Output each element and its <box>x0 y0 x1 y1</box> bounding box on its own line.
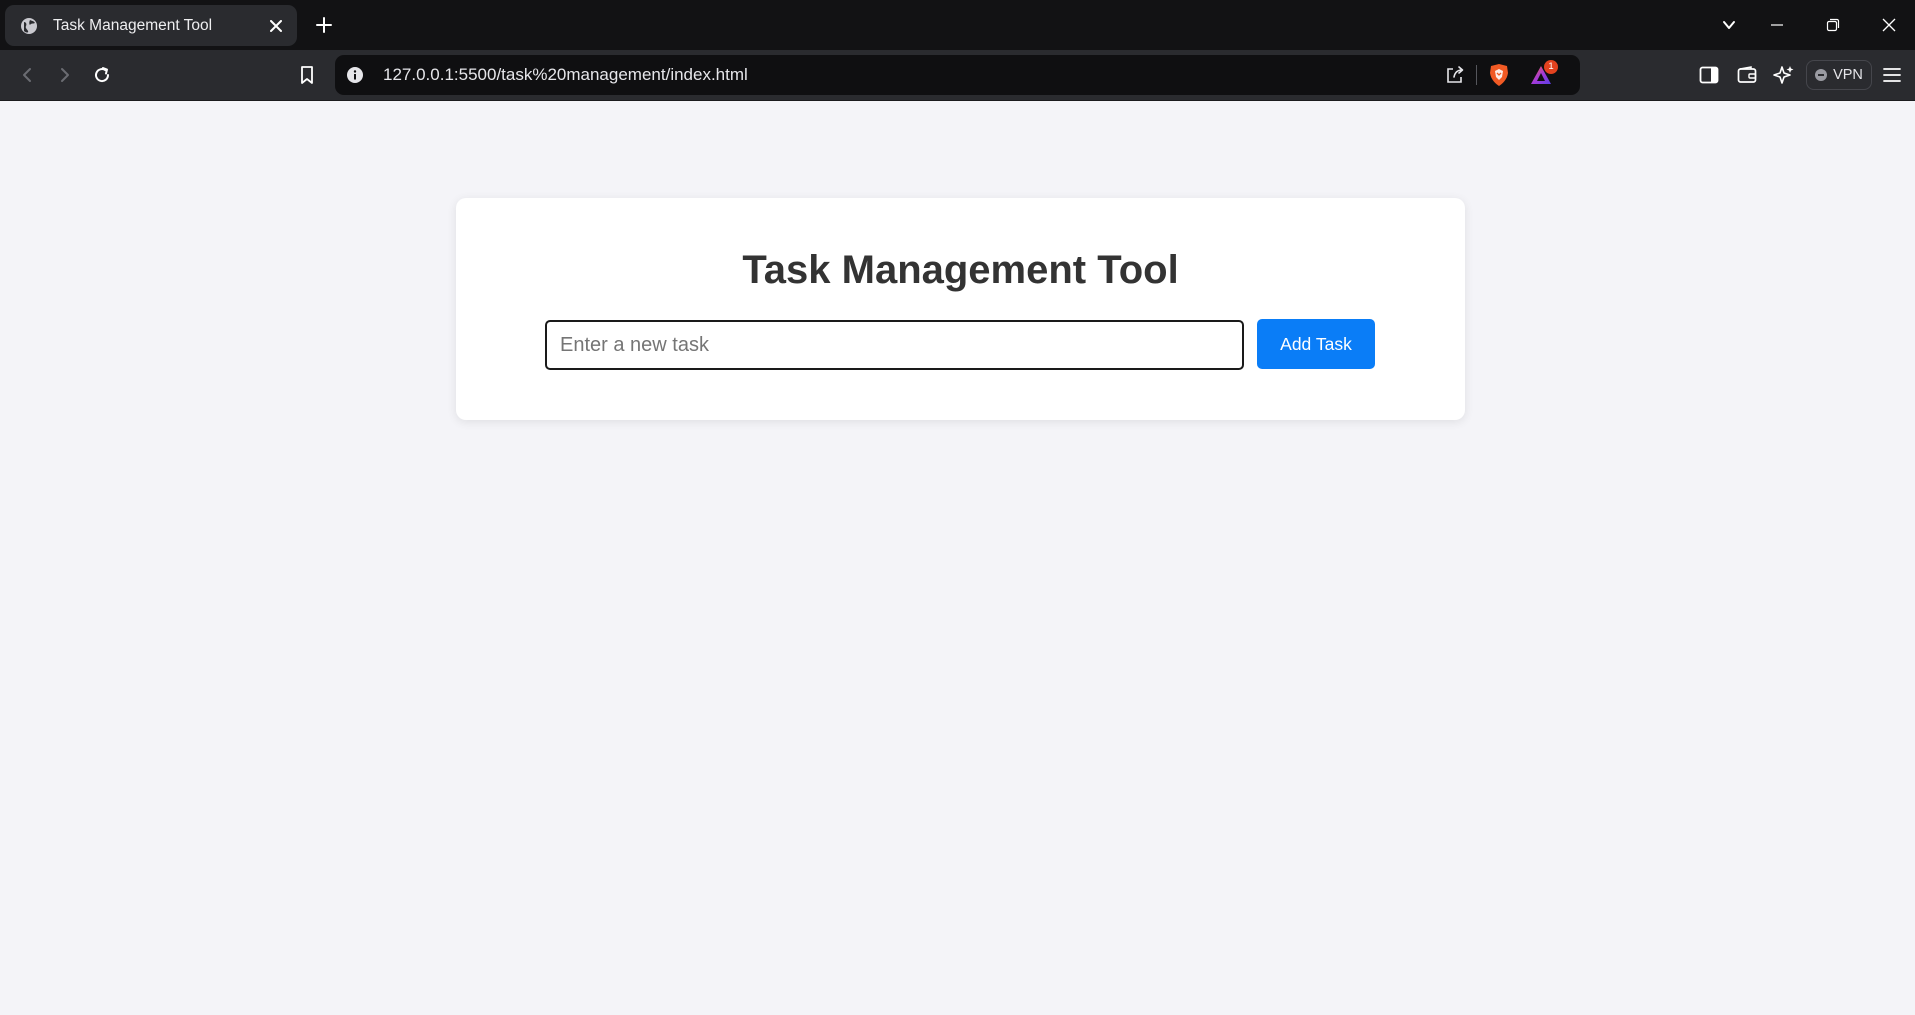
close-window-icon[interactable] <box>1876 12 1902 38</box>
vpn-status-icon <box>1815 69 1828 81</box>
page-viewport: Task Management Tool Add Task <box>0 101 1915 1015</box>
globe-icon <box>20 17 38 35</box>
tab-search-chevron-icon[interactable] <box>1716 12 1742 38</box>
site-info-icon[interactable] <box>345 65 365 85</box>
bookmark-icon[interactable] <box>294 62 320 88</box>
brave-shields-icon[interactable] <box>1486 61 1512 89</box>
vpn-label: VPN <box>1833 67 1863 83</box>
tab-title: Task Management Tool <box>53 17 213 34</box>
task-input[interactable] <box>545 320 1244 370</box>
forward-button-icon[interactable] <box>52 62 78 88</box>
task-card: Task Management Tool Add Task <box>456 198 1465 420</box>
rewards-badge: 1 <box>1544 60 1558 74</box>
sidebar-toggle-icon[interactable] <box>1696 62 1722 88</box>
add-task-button[interactable]: Add Task <box>1257 319 1375 369</box>
wallet-icon[interactable] <box>1734 62 1760 88</box>
restore-window-icon[interactable] <box>1820 12 1846 38</box>
leo-ai-icon[interactable] <box>1771 62 1797 88</box>
browser-toolbar: 127.0.0.1:5500/task%20management/index.h… <box>0 50 1915 101</box>
address-bar-divider <box>1476 65 1477 85</box>
menu-hamburger-icon[interactable] <box>1879 62 1905 88</box>
minimize-window-icon[interactable] <box>1764 12 1790 38</box>
page-title: Task Management Tool <box>742 248 1179 292</box>
url-text[interactable]: 127.0.0.1:5500/task%20management/index.h… <box>383 65 748 85</box>
browser-window: Task Management Tool 127.0.0.1:5500/task… <box>0 0 1915 1015</box>
tab-strip: Task Management Tool <box>0 0 1915 50</box>
back-button-icon[interactable] <box>14 62 40 88</box>
reload-icon[interactable] <box>89 62 115 88</box>
share-icon[interactable] <box>1443 63 1467 87</box>
brave-rewards-icon[interactable]: 1 <box>1529 60 1559 89</box>
new-tab-button[interactable] <box>311 12 337 38</box>
close-tab-icon[interactable] <box>265 15 287 37</box>
tab-task-management-tool[interactable]: Task Management Tool <box>5 5 297 46</box>
address-bar[interactable]: 127.0.0.1:5500/task%20management/index.h… <box>335 55 1580 95</box>
vpn-button[interactable]: VPN <box>1806 60 1872 90</box>
